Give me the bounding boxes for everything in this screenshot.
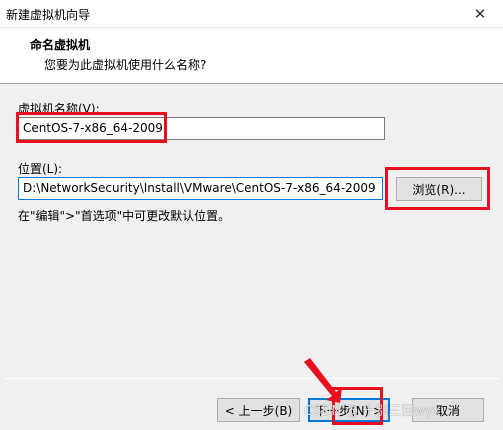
vm-name-label: 虚拟机名称(V): bbox=[18, 102, 100, 116]
location-hint: 在"编辑">"首选项"中可更改默认位置。 bbox=[18, 209, 231, 223]
next-button[interactable]: 下一步(N) > bbox=[308, 398, 390, 422]
back-button[interactable]: < 上一步(B) bbox=[217, 398, 300, 422]
page-title: 命名虚拟机 bbox=[30, 38, 91, 52]
location-input[interactable]: D:\NetworkSecurity\Install\VMware\CentOS… bbox=[18, 177, 383, 200]
close-icon: ✕ bbox=[473, 5, 487, 23]
wizard-header: 命名虚拟机 您要为此虚拟机使用什么名称? bbox=[0, 28, 503, 84]
title-bar: 新建虚拟机向导 ✕ bbox=[0, 0, 503, 28]
browse-button[interactable]: 浏览(R)... bbox=[396, 177, 482, 201]
cancel-button[interactable]: 取消 bbox=[412, 398, 484, 422]
location-label: 位置(L): bbox=[18, 162, 63, 176]
vm-name-input[interactable]: CentOS-7-x86_64-2009 bbox=[18, 117, 385, 140]
footer-separator bbox=[4, 378, 499, 379]
close-button[interactable]: ✕ bbox=[457, 0, 503, 28]
page-subtitle: 您要为此虚拟机使用什么名称? bbox=[44, 58, 207, 72]
window-title: 新建虚拟机向导 bbox=[6, 8, 91, 22]
